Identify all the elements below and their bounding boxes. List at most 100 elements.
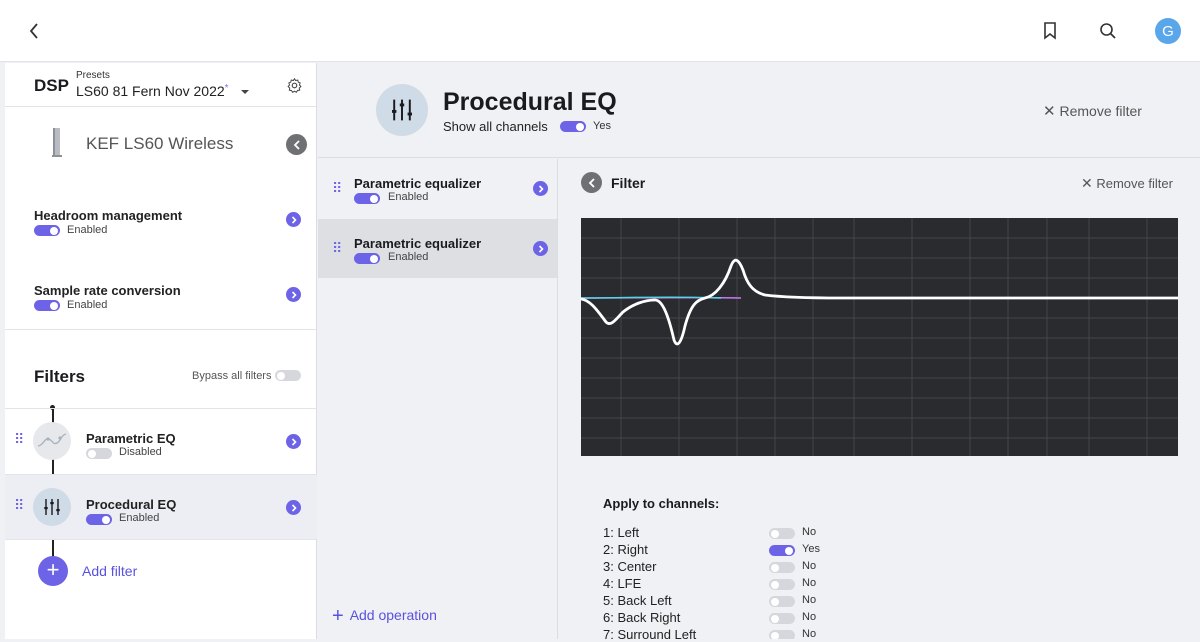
chevron-left-icon: [293, 139, 300, 150]
search-icon[interactable]: [1096, 19, 1120, 43]
show-all-channels-value: Yes: [593, 120, 611, 132]
channel-row: 7: Surround Left No: [603, 627, 1163, 639]
top-bar: G: [0, 0, 1200, 62]
add-filter-button[interactable]: +: [38, 556, 68, 586]
operation-toggle[interactable]: [354, 253, 380, 264]
sliders-icon: [376, 84, 428, 136]
chevron-right-icon[interactable]: [533, 241, 548, 256]
preset-name: LS60 81 Fern Nov 2022: [76, 83, 225, 99]
apply-channels-title: Apply to channels:: [603, 496, 720, 511]
drag-handle-icon[interactable]: ⠿: [332, 240, 342, 257]
filters-title: Filters: [34, 367, 86, 386]
channel-toggle[interactable]: [769, 562, 795, 573]
back-button[interactable]: [581, 172, 602, 193]
channel-toggle[interactable]: [769, 545, 795, 556]
channel-value: No: [802, 526, 817, 538]
remove-filter-button[interactable]: ✕ Remove filter: [1043, 102, 1142, 120]
chevron-right-icon[interactable]: [286, 434, 301, 449]
filter-status: Enabled: [119, 512, 160, 524]
channel-label: 3: Center: [603, 559, 657, 574]
channel-label: 6: Back Right: [603, 610, 681, 625]
filter-title: Procedural EQ: [86, 497, 177, 512]
filter-row-parametric-eq[interactable]: ⠿ Parametric EQ Disabled: [5, 408, 317, 474]
presets-label: Presets: [76, 70, 110, 81]
dsp-header: DSP Presets LS60 81 Fern Nov 2022*: [5, 63, 316, 107]
plus-icon: +: [46, 557, 60, 582]
avatar-letter: G: [1162, 22, 1174, 40]
eq-response-graph[interactable]: [580, 218, 1178, 456]
close-icon: ✕: [1043, 103, 1056, 120]
operation-item[interactable]: ⠿ Parametric equalizer Enabled: [318, 159, 557, 218]
channel-row: 5: Back Left No: [603, 593, 1163, 610]
channel-toggle[interactable]: [769, 579, 795, 590]
close-icon: ✕: [1081, 175, 1093, 191]
dsp-title: DSP: [34, 76, 69, 95]
add-operation-label: Add operation: [349, 607, 437, 623]
chevron-right-icon[interactable]: [286, 500, 301, 515]
channel-row: 6: Back Right No: [603, 610, 1163, 627]
operation-status: Enabled: [388, 191, 429, 203]
channel-label: 4: LFE: [603, 576, 642, 591]
remove-filter-label: Remove filter: [1096, 176, 1173, 191]
add-filter-label[interactable]: Add filter: [82, 563, 137, 579]
channel-value: Yes: [802, 543, 820, 555]
drag-handle-icon[interactable]: ⠿: [332, 180, 342, 197]
bookmark-icon[interactable]: [1038, 19, 1062, 43]
speaker-icon: [48, 128, 66, 163]
chevron-left-icon: [588, 177, 595, 188]
setting-status: Enabled: [67, 299, 108, 311]
back-icon[interactable]: [22, 19, 46, 43]
channel-value: No: [802, 560, 817, 572]
collapse-speaker-button[interactable]: [286, 134, 307, 155]
channel-value: No: [802, 611, 817, 623]
filter-status: Disabled: [119, 446, 162, 458]
operation-title: Parametric equalizer: [354, 236, 482, 251]
drag-handle-icon[interactable]: ⠿: [14, 431, 24, 448]
channel-toggle[interactable]: [769, 596, 795, 607]
eq-curve: [580, 258, 1178, 346]
operation-status: Enabled: [388, 251, 429, 263]
plus-icon: +: [332, 605, 344, 627]
channel-label: 2: Right: [603, 542, 648, 557]
show-all-channels-toggle[interactable]: [560, 121, 586, 132]
channel-value: No: [802, 577, 817, 589]
remove-operation-button[interactable]: ✕ Remove filter: [1081, 175, 1173, 192]
filter-detail-title: Filter: [611, 175, 646, 191]
bypass-all-toggle[interactable]: [275, 370, 301, 381]
chevron-right-icon[interactable]: [286, 212, 301, 227]
channel-row: 2: Right Yes: [603, 542, 1163, 559]
channel-toggle[interactable]: [769, 528, 795, 539]
headroom-management-row[interactable]: Headroom management Enabled: [5, 203, 317, 243]
preset-selector[interactable]: LS60 81 Fern Nov 2022*: [76, 83, 250, 99]
channel-toggle[interactable]: [769, 630, 795, 639]
channel-value: No: [802, 628, 817, 639]
sample-rate-toggle[interactable]: [34, 300, 60, 311]
drag-handle-icon[interactable]: ⠿: [14, 497, 24, 514]
filter-toggle[interactable]: [86, 448, 112, 459]
parametric-eq-icon: [33, 422, 71, 460]
filter-row-procedural-eq[interactable]: ⠿ Procedural EQ Enabled: [5, 474, 317, 540]
sliders-icon: [33, 488, 71, 526]
speaker-name: KEF LS60 Wireless: [86, 134, 234, 153]
avatar[interactable]: G: [1155, 18, 1181, 44]
channel-row: 4: LFE No: [603, 576, 1163, 593]
setting-title: Sample rate conversion: [34, 283, 181, 298]
filter-title: Parametric EQ: [86, 431, 176, 446]
sample-rate-conversion-row[interactable]: Sample rate conversion Enabled: [5, 278, 317, 318]
add-operation-button[interactable]: + Add operation: [332, 605, 437, 628]
eq-graph-svg: [580, 218, 1178, 456]
channel-row: 1: Left No: [603, 525, 1163, 542]
caret-down-icon: [241, 90, 250, 95]
chevron-right-icon[interactable]: [533, 181, 548, 196]
filter-toggle[interactable]: [86, 514, 112, 525]
gear-icon[interactable]: [284, 75, 304, 95]
channel-label: 5: Back Left: [603, 593, 672, 608]
operation-toggle[interactable]: [354, 193, 380, 204]
channel-toggle[interactable]: [769, 613, 795, 624]
channel-label: 1: Left: [603, 525, 640, 540]
headroom-toggle[interactable]: [34, 225, 60, 236]
operation-item[interactable]: ⠿ Parametric equalizer Enabled: [318, 219, 557, 278]
bypass-all-label: Bypass all filters: [192, 370, 272, 382]
chevron-right-icon[interactable]: [286, 287, 301, 302]
operations-list: ⠿ Parametric equalizer Enabled ⠿ Paramet…: [318, 159, 558, 639]
